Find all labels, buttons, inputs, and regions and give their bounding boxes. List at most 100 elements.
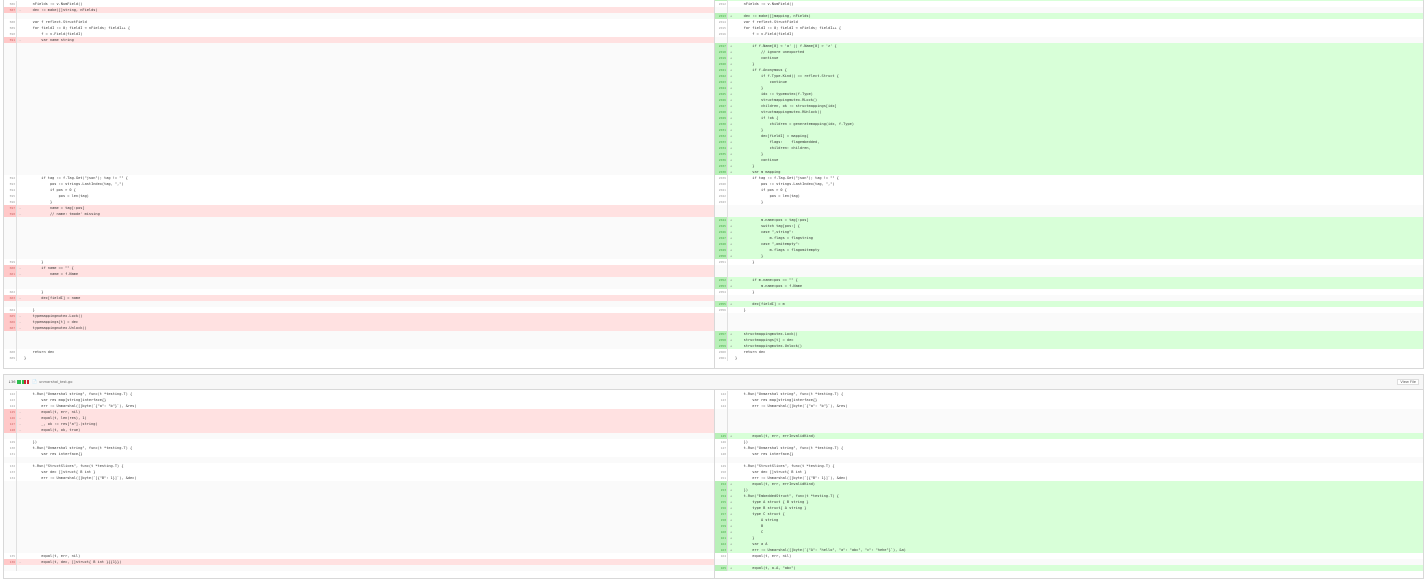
line-number[interactable]: 144	[715, 403, 728, 409]
code-text: nFields := v.NumField()	[735, 2, 794, 6]
code-text: }	[735, 290, 755, 294]
diff-sign: -	[19, 38, 22, 42]
line-number-gutter	[4, 217, 17, 259]
context-line: 134 err := Unmarshal([]byte(`[{"B": 1}]`…	[4, 475, 714, 481]
diff-sign: -	[19, 272, 22, 276]
code-text: equal(t, ok, true)	[24, 428, 81, 432]
diff-sign: -	[19, 326, 22, 330]
code-text: }	[24, 356, 27, 360]
line-number[interactable]: 2051	[715, 259, 728, 265]
line-number-gutter	[4, 565, 17, 571]
deleted-line: 587- dec := make([]string, nFields)	[4, 7, 714, 13]
view-file-button[interactable]: View File	[1397, 379, 1419, 385]
code-text: }	[735, 200, 764, 204]
diffstat-del	[26, 380, 29, 384]
context-line: 2051 }	[715, 259, 1423, 265]
context-line: 2061}	[715, 355, 1423, 361]
line-number[interactable]: 2012	[715, 1, 728, 7]
line-number-gutter	[715, 313, 728, 331]
code-text: // name: tmode' missing	[24, 212, 100, 216]
diff-pane-right: 142 t.Run("Unmarshal string", func(t *te…	[714, 390, 1423, 578]
line-number[interactable]: 591	[4, 37, 17, 43]
empty-row	[4, 565, 714, 571]
empty-row	[4, 481, 714, 553]
code-text: err := Unmarshal([]byte(`{"a": "b"}`), &…	[735, 404, 848, 408]
line-number[interactable]: 134	[4, 475, 17, 481]
line-number[interactable]: 2061	[715, 355, 728, 361]
code-text: }	[735, 356, 738, 360]
code-text: equal(t, err, nil)	[735, 554, 792, 558]
added-line: 165 + equal(t, a.A, "abc")	[715, 565, 1423, 571]
file-path[interactable]: unmarshal_test.go	[39, 380, 72, 384]
line-number[interactable]: 2016	[715, 31, 728, 37]
line-number[interactable]: 136	[4, 559, 17, 565]
diff-pane-right: 2011+func generatemapping(t reflect.Type…	[714, 0, 1423, 368]
diff-file-2: ↓36 📄 unmarshal_test.go View File 122 t.…	[3, 374, 1424, 579]
line-number[interactable]: 609	[4, 355, 17, 361]
diff-pane-left: 122 t.Run("Unmarshal string", func(t *te…	[4, 390, 714, 578]
empty-row	[4, 43, 714, 175]
line-number[interactable]: 598	[4, 211, 17, 217]
line-number-gutter	[4, 331, 17, 349]
line-number[interactable]: 2054	[715, 289, 728, 295]
line-number[interactable]: 165	[715, 565, 728, 571]
empty-row	[4, 217, 714, 259]
code-text: dec[fieldI] = name	[24, 296, 81, 300]
empty-row	[4, 277, 714, 289]
empty-row	[715, 205, 1423, 217]
deleted-line: 607- typemappingmutex.Unlock()	[4, 325, 714, 331]
line-number[interactable]: 601	[4, 271, 17, 277]
line-number-gutter	[715, 265, 728, 277]
line-number[interactable]: 587	[4, 7, 17, 13]
line-number[interactable]: 128	[4, 427, 17, 433]
code-text: err := Unmarshal([]byte(`[{"B": 1}]`), &…	[24, 476, 137, 480]
line-number[interactable]: 164	[715, 553, 728, 559]
line-number-gutter	[4, 481, 17, 553]
empty-row	[715, 409, 1423, 433]
code-text: var res interface{}	[24, 452, 83, 456]
code-text: dec := make([]string, nFields)	[24, 8, 98, 12]
code-text: equal(t, a.A, "abc")	[735, 566, 796, 570]
code-text: equal(t, dec, []struct{ B int }{{1}})	[24, 560, 122, 564]
file-icon[interactable]: 📄	[32, 379, 37, 384]
context-line: 2054 }	[715, 289, 1423, 295]
context-line: 609}	[4, 355, 714, 361]
context-line: 131 var res interface{}	[4, 451, 714, 457]
diff-count: ↓36	[8, 380, 16, 384]
line-number[interactable]: 148	[715, 451, 728, 457]
line-number[interactable]: 607	[4, 325, 17, 331]
code-text: var res interface{}	[735, 452, 794, 456]
code-text: name = f.Name	[24, 272, 79, 276]
context-line: 144 err := Unmarshal([]byte(`{"a": "b"}`…	[715, 403, 1423, 409]
line-number-gutter	[715, 409, 728, 433]
diff-file-1: 586 nFields := v.NumField() 587- dec := m…	[3, 0, 1424, 369]
diff-sign: -	[19, 560, 22, 564]
code-text: }	[735, 308, 746, 312]
empty-row	[715, 313, 1423, 331]
line-number-gutter	[715, 205, 728, 217]
code-text: typemappingmutex.Unlock()	[24, 326, 87, 330]
diff-pane-left: 586 nFields := v.NumField() 587- dec := m…	[4, 0, 714, 368]
diff-sign: +	[730, 566, 733, 570]
deleted-line: 598- // name: tmode' missing	[4, 211, 714, 217]
line-number[interactable]: 2043	[715, 199, 728, 205]
line-number[interactable]: 131	[4, 451, 17, 457]
deleted-line: 136- equal(t, dec, []struct{ B int }{{1}…	[4, 559, 714, 565]
context-line: 148 var res interface{}	[715, 451, 1423, 457]
context-line: 164 equal(t, err, nil)	[715, 553, 1423, 559]
context-line: 2056 }	[715, 307, 1423, 313]
context-line: 2043 }	[715, 199, 1423, 205]
line-number-gutter	[4, 43, 17, 175]
empty-row	[715, 265, 1423, 277]
line-number[interactable]: 2056	[715, 307, 728, 313]
context-line: 2016 f = v.Field(fieldI)	[715, 31, 1423, 37]
line-number[interactable]: 603	[4, 295, 17, 301]
context-line: 2012 nFields := v.NumField()	[715, 1, 1423, 7]
code-text: f = v.Field(fieldI)	[735, 32, 794, 36]
empty-row	[4, 331, 714, 349]
deleted-line: 591- var name string	[4, 37, 714, 43]
file-header: ↓36 📄 unmarshal_test.go View File	[4, 375, 1423, 390]
diff-sign: -	[19, 8, 22, 12]
deleted-line: 603- dec[fieldI] = name	[4, 295, 714, 301]
code-text: var name string	[24, 38, 74, 42]
